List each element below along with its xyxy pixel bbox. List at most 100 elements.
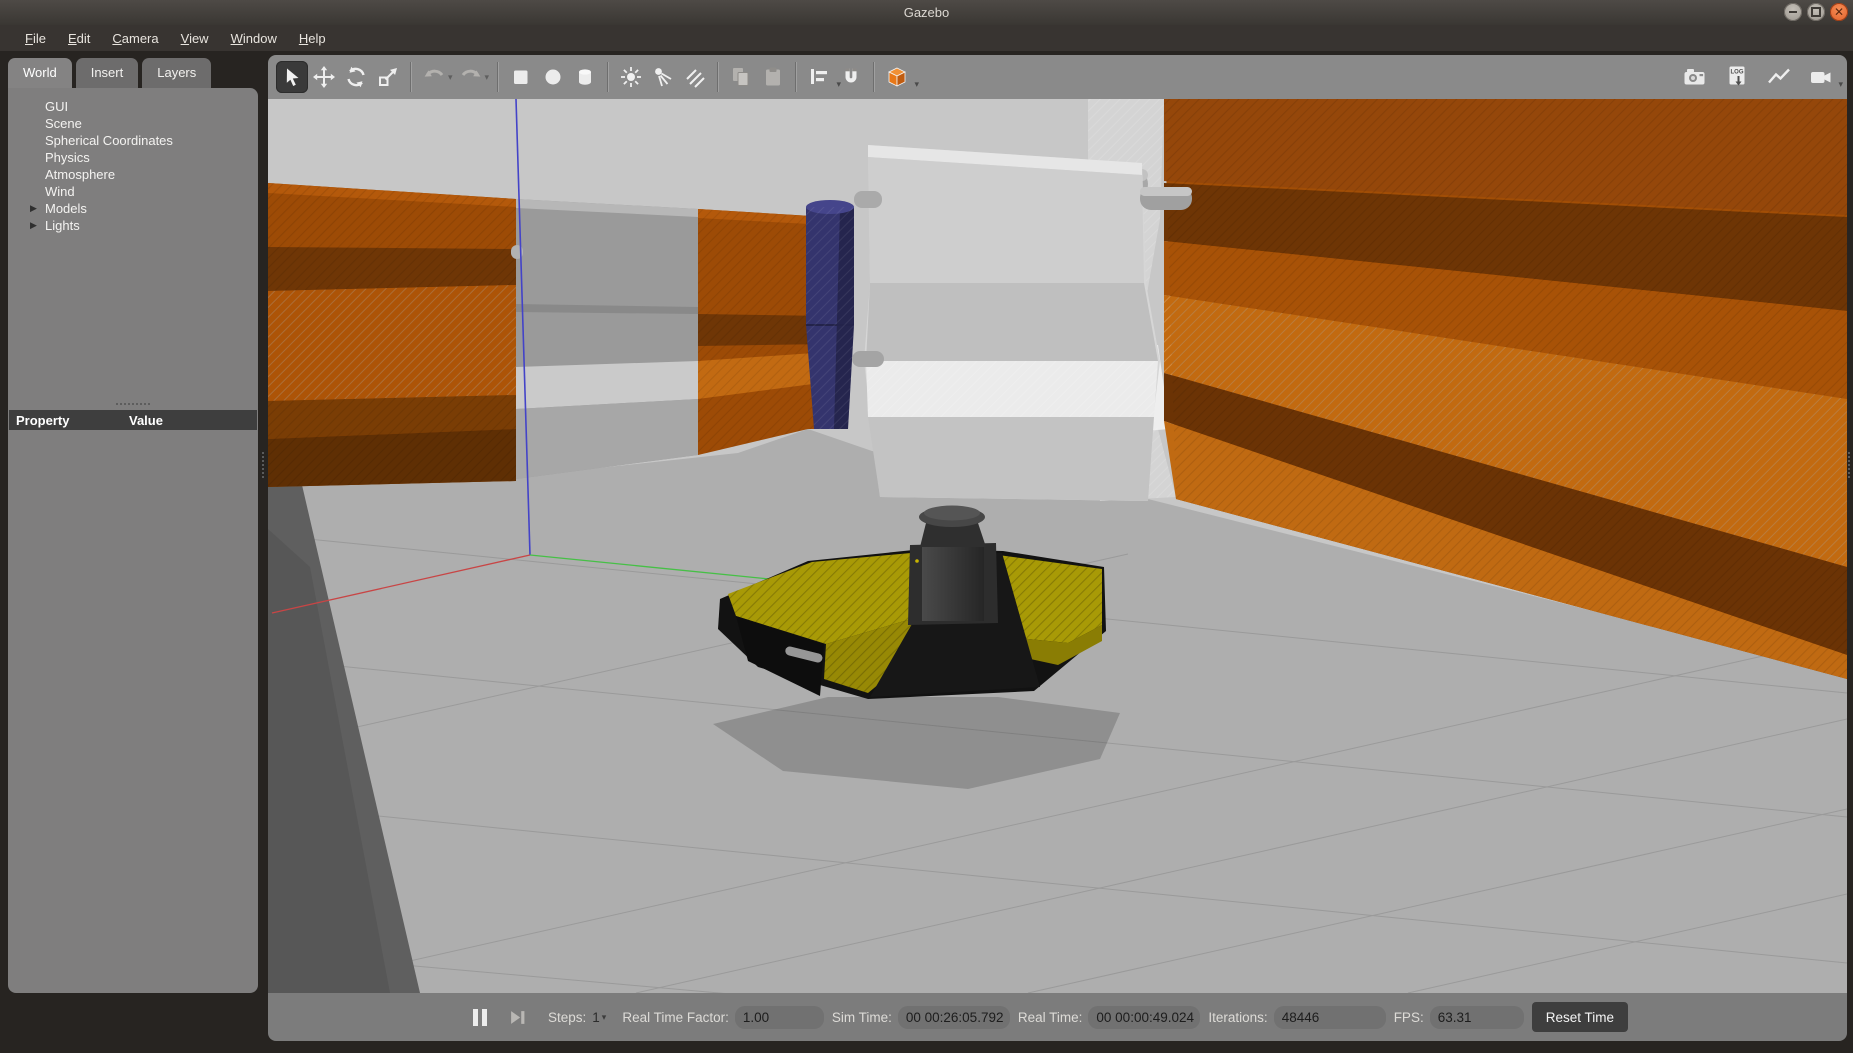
step-forward-icon (509, 1009, 526, 1026)
plot-button[interactable] (1763, 61, 1795, 93)
menu-window[interactable]: Window (220, 27, 288, 50)
select-arrow-icon (280, 65, 304, 89)
close-icon: ✕ (1834, 6, 1844, 18)
video-record-button[interactable]: ▾ (1805, 61, 1837, 93)
tree-item-physics[interactable]: Physics (8, 149, 258, 166)
fps-value: 63.31 (1430, 1006, 1524, 1029)
directional-light-icon (683, 65, 707, 89)
menu-file[interactable]: File (14, 27, 57, 50)
scene-canvas (268, 99, 1847, 993)
insert-box-button[interactable] (505, 61, 537, 93)
copy-icon (729, 65, 753, 89)
cylinder-icon (573, 65, 597, 89)
steps-value[interactable]: 1 (592, 1010, 600, 1025)
menu-view[interactable]: View (170, 27, 220, 50)
barrier-gray-back (511, 199, 698, 479)
tab-layers[interactable]: Layers (142, 58, 211, 88)
expand-arrow-icon[interactable]: ▶ (30, 220, 45, 231)
title-bar[interactable]: Gazebo ✕ (0, 0, 1853, 25)
iterations-value: 48446 (1274, 1006, 1386, 1029)
wall-orange-left (268, 183, 516, 487)
close-button[interactable]: ✕ (1830, 3, 1848, 21)
gazebo-window: { "window": { "title": "Gazebo" }, "menu… (0, 0, 1853, 1053)
pause-icon (482, 1009, 487, 1026)
window-controls: ✕ (1784, 3, 1848, 21)
simulation-status-bar: Steps: 1 ▾ Real Time Factor: 1.00 Sim Ti… (268, 993, 1847, 1041)
minimize-button[interactable] (1784, 3, 1802, 21)
tree-item-gui[interactable]: GUI (8, 98, 258, 115)
real-time-value: 00 00:00:49.024 (1088, 1006, 1200, 1029)
paste-icon (761, 65, 785, 89)
align-tool-button[interactable]: ▾ (803, 61, 835, 93)
window-title: Gazebo (904, 5, 950, 20)
tree-item-wind[interactable]: Wind (8, 183, 258, 200)
translate-tool-button[interactable] (308, 61, 340, 93)
view-angle-button[interactable]: ▾ (881, 61, 913, 93)
menu-help[interactable]: Help (288, 27, 337, 50)
screenshot-button[interactable] (1679, 61, 1711, 93)
log-recording-button[interactable]: LOG (1721, 61, 1753, 93)
tree-item-lights[interactable]: ▶ Lights (8, 217, 258, 234)
view-cube-icon (885, 65, 909, 89)
tab-insert[interactable]: Insert (76, 58, 139, 88)
scale-tool-button[interactable] (372, 61, 404, 93)
menu-edit[interactable]: Edit (57, 27, 101, 50)
tree-item-models[interactable]: ▶ Models (8, 200, 258, 217)
menu-camera[interactable]: Camera (101, 27, 169, 50)
sim-time-label: Sim Time: (832, 1010, 892, 1025)
left-panel: World Insert Layers GUI Scene Spherical … (8, 55, 258, 993)
scale-icon (376, 65, 400, 89)
point-light-button[interactable] (615, 61, 647, 93)
undo-button[interactable] (418, 61, 450, 93)
copy-button[interactable] (725, 61, 757, 93)
box-icon (509, 65, 533, 89)
pause-button[interactable] (473, 1009, 487, 1026)
tab-world[interactable]: World (8, 58, 72, 88)
rtf-label: Real Time Factor: (622, 1010, 729, 1025)
viewport-toolbar: ▾ ▾ (268, 55, 1847, 99)
camera-icon (1682, 65, 1708, 89)
tree-item-atmosphere[interactable]: Atmosphere (8, 166, 258, 183)
paste-button[interactable] (757, 61, 789, 93)
real-time-label: Real Time: (1018, 1010, 1083, 1025)
spot-light-button[interactable] (647, 61, 679, 93)
steps-caret-icon[interactable]: ▾ (602, 1012, 607, 1023)
render-viewport-3d[interactable] (268, 99, 1847, 993)
insert-cylinder-button[interactable] (569, 61, 601, 93)
property-column-header: Property (9, 413, 129, 428)
redo-button[interactable] (455, 61, 487, 93)
snap-tool-button[interactable] (835, 61, 867, 93)
left-splitter-handle[interactable] (262, 452, 264, 478)
rotate-tool-button[interactable] (340, 61, 372, 93)
rotate-icon (344, 65, 368, 89)
expand-arrow-icon[interactable]: ▶ (30, 203, 45, 214)
tree-item-scene[interactable]: Scene (8, 115, 258, 132)
move-icon (312, 65, 336, 89)
select-tool-button[interactable] (276, 61, 308, 93)
minimize-icon (1789, 11, 1797, 13)
maximize-button[interactable] (1807, 3, 1825, 21)
video-caret-icon: ▾ (1838, 79, 1843, 90)
toolbar-right-group: LOG ▾ (1679, 61, 1837, 93)
magnet-icon (839, 65, 863, 89)
redo-icon (459, 65, 483, 89)
sim-time-value: 00 00:26:05.792 (898, 1006, 1010, 1029)
undo-icon (422, 65, 446, 89)
world-panel-body: GUI Scene Spherical Coordinates Physics … (8, 88, 258, 993)
tree-item-spherical[interactable]: Spherical Coordinates (8, 132, 258, 149)
menu-bar: File Edit Camera View Window Help (0, 25, 1853, 51)
view-angle-caret-icon: ▾ (915, 79, 920, 90)
right-splitter-handle[interactable] (1848, 452, 1850, 478)
reset-time-button[interactable]: Reset Time (1532, 1002, 1628, 1032)
video-camera-icon (1808, 65, 1834, 89)
directional-light-button[interactable] (679, 61, 711, 93)
value-column-header: Value (129, 413, 163, 428)
log-icon: LOG (1725, 64, 1749, 90)
insert-sphere-button[interactable] (537, 61, 569, 93)
panel-tabs: World Insert Layers (8, 55, 258, 88)
maximize-icon (1811, 7, 1821, 17)
plot-line-icon (1766, 65, 1792, 89)
spot-light-icon (651, 65, 675, 89)
panel-splitter[interactable] (8, 398, 258, 410)
step-button[interactable] (509, 1009, 526, 1026)
